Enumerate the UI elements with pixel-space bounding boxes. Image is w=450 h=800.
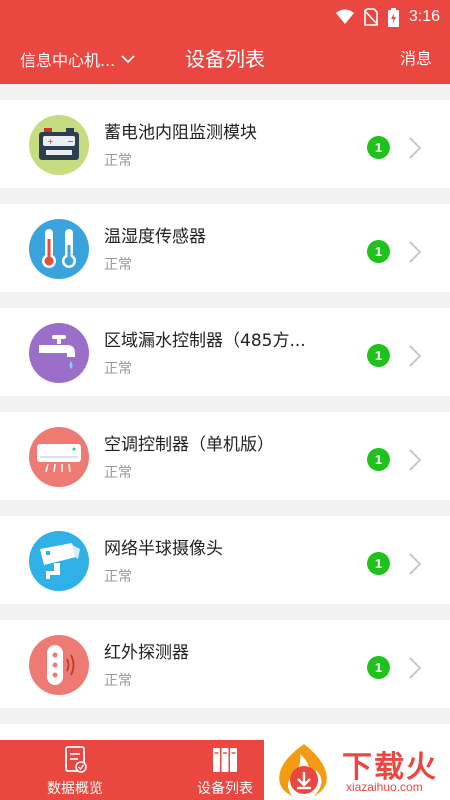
location-label: 信息中心机... — [20, 51, 116, 70]
chevron-right-icon — [409, 137, 422, 159]
count-badge: 1 — [367, 344, 390, 367]
list-item[interactable]: 温湿度传感器 正常 1 — [0, 204, 450, 292]
location-selector[interactable]: 信息中心机... — [20, 34, 135, 84]
chevron-right-icon — [409, 449, 422, 471]
infrared-sensor-icon — [29, 635, 89, 695]
list-item[interactable]: 红外探测器 正常 1 — [0, 620, 450, 708]
report-icon — [65, 746, 87, 773]
status-time: 3:16 — [408, 8, 440, 25]
camera-icon — [29, 531, 89, 591]
chevron-right-icon — [409, 241, 422, 263]
chevron-right-icon — [409, 553, 422, 575]
device-name: 红外探测器 — [104, 643, 189, 663]
status-icons: 3:16 — [335, 6, 440, 28]
app-bar: 信息中心机... 设备列表 消息 — [0, 34, 450, 84]
count-badge: 1 — [367, 552, 390, 575]
status-bar: 3:16 — [0, 0, 450, 34]
air-conditioner-icon — [29, 427, 89, 487]
list-item[interactable]: 区域漏水控制器（485方... 正常 1 — [0, 308, 450, 396]
watermark-url: xiazaihuo.com — [346, 780, 423, 794]
page-title-text: 设备列表 — [185, 47, 265, 71]
svg-text:−: − — [67, 137, 74, 146]
count-badge: 1 — [367, 136, 390, 159]
svg-text:+: + — [47, 137, 54, 146]
device-list-icon — [213, 748, 237, 772]
device-status: 正常 — [104, 361, 132, 377]
device-status: 正常 — [104, 257, 132, 273]
list-item[interactable]: 网络半球摄像头 正常 1 — [0, 516, 450, 604]
device-name: 网络半球摄像头 — [104, 539, 223, 559]
list-item[interactable]: + − 蓄电池内阻监测模块 正常 1 — [0, 100, 450, 188]
count-badge: 1 — [367, 448, 390, 471]
thermometer-icon — [29, 219, 89, 279]
device-name: 温湿度传感器 — [104, 227, 206, 247]
device-name: 蓄电池内阻监测模块 — [104, 123, 257, 143]
messages-button[interactable]: 消息 — [400, 34, 432, 84]
device-name: 区域漏水控制器（485方... — [104, 331, 306, 351]
flame-logo-icon — [279, 744, 327, 796]
no-sim-icon — [363, 8, 378, 26]
device-status: 正常 — [104, 153, 132, 169]
device-status: 正常 — [104, 673, 132, 689]
list-item[interactable]: 空调控制器（单机版） 正常 1 — [0, 412, 450, 500]
count-badge: 1 — [367, 240, 390, 263]
tab-label: 数据概览 — [47, 781, 103, 797]
chevron-right-icon — [409, 345, 422, 367]
watermark-logo: 下载火 xiazaihuo.com — [264, 740, 450, 800]
device-status: 正常 — [104, 569, 132, 585]
chevron-right-icon — [409, 657, 422, 679]
wifi-icon — [335, 9, 354, 24]
chevron-down-icon — [121, 55, 135, 64]
water-faucet-icon — [29, 323, 89, 383]
tab-data-overview[interactable]: 数据概览 — [0, 740, 150, 800]
battery-icon: + − — [29, 115, 89, 175]
battery-charging-icon — [387, 7, 399, 27]
list-item-partial[interactable] — [0, 724, 450, 740]
count-badge: 1 — [367, 656, 390, 679]
device-name: 空调控制器（单机版） — [104, 435, 274, 455]
device-status: 正常 — [104, 465, 132, 481]
